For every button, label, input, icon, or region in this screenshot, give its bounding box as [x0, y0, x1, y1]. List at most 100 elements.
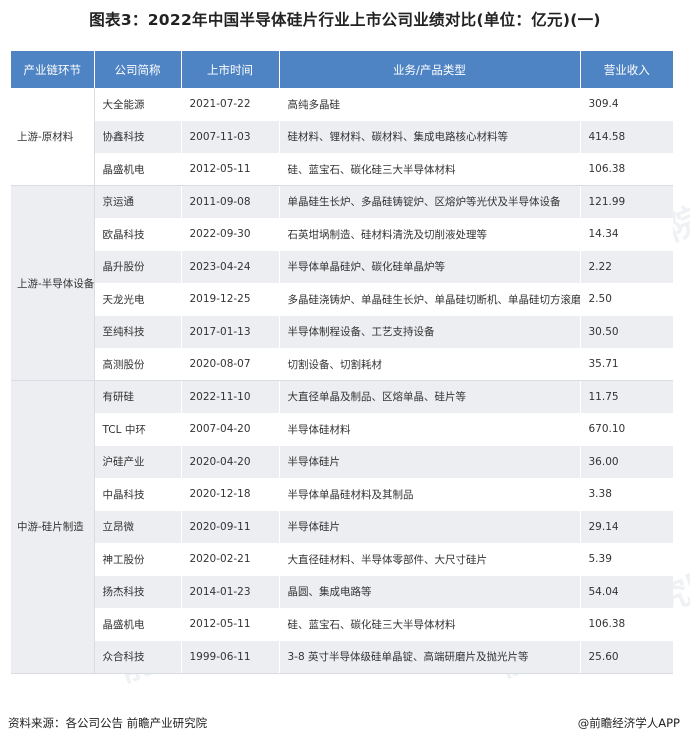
table-row: 立昂微 2020-09-11 半导体硅片 29.14: [11, 510, 673, 544]
revenue-cell: 11.75: [580, 380, 673, 414]
company-cell: 协鑫科技: [94, 120, 182, 154]
table-header-row: 产业链环节 公司简称 上市时间 业务/产品类型 营业收入: [11, 51, 673, 88]
business-cell: 大直径硅材料、半导体零部件、大尺寸硅片: [279, 543, 581, 576]
company-cell: TCL 中环: [94, 413, 182, 446]
table-row: 天龙光电 2019-12-25 多晶硅浇铸炉、单晶硅生长炉、单晶硅切断机、单晶硅…: [11, 283, 673, 316]
table-row: 至纯科技 2017-01-13 半导体制程设备、工艺支持设备 30.50: [11, 315, 673, 349]
date-cell: 2012-05-11: [181, 153, 280, 186]
company-cell: 天龙光电: [94, 283, 182, 316]
revenue-cell: 3.38: [580, 478, 673, 511]
date-cell: 2014-01-23: [181, 575, 280, 609]
business-cell: 大直径单晶及制品、区熔单晶、硅片等: [279, 380, 581, 414]
date-cell: 2020-04-20: [181, 445, 280, 479]
table-row: 协鑫科技 2007-11-03 硅材料、锂材料、碳材料、集成电路核心材料等 41…: [11, 120, 673, 154]
table-row: TCL 中环 2007-04-20 半导体硅材料 670.10: [11, 413, 673, 446]
company-cell: 大全能源: [94, 88, 182, 121]
revenue-cell: 309.4: [580, 88, 673, 121]
header-business: 业务/产品类型: [279, 51, 581, 88]
company-cell: 有研硅: [94, 380, 182, 414]
revenue-cell: 106.38: [580, 153, 673, 186]
table-row: 晶盛机电 2012-05-11 硅、蓝宝石、碳化硅三大半导体材料 106.38: [11, 608, 673, 641]
business-cell: 高纯多晶硅: [279, 88, 581, 121]
header-revenue: 营业收入: [580, 51, 673, 88]
table-row: 中游-硅片制造 有研硅 2022-11-10 大直径单晶及制品、区熔单晶、硅片等…: [11, 380, 673, 674]
business-cell: 晶圆、集成电路等: [279, 575, 581, 609]
source-note: 资料来源：各公司公告 前瞻产业研究院: [8, 716, 208, 730]
revenue-cell: 54.04: [580, 575, 673, 609]
business-cell: 半导体硅片: [279, 445, 581, 479]
revenue-cell: 106.38: [580, 608, 673, 641]
comparison-table: 产业链环节 公司简称 上市时间 业务/产品类型 营业收入 上游-原材料 大全能源…: [11, 51, 673, 674]
date-cell: 2011-09-08: [181, 185, 280, 219]
date-cell: 1999-06-11: [181, 640, 280, 674]
company-cell: 晶升股份: [94, 250, 182, 284]
date-cell: 2020-02-21: [181, 543, 280, 576]
table-row: 上游-半导体设备 京运通 2011-09-08 单晶硅生长炉、多晶硅铸锭炉、区熔…: [11, 185, 673, 381]
revenue-cell: 2.22: [580, 250, 673, 284]
company-cell: 晶盛机电: [94, 153, 182, 186]
date-cell: 2022-11-10: [181, 380, 280, 414]
company-cell: 沪硅产业: [94, 445, 182, 479]
revenue-cell: 25.60: [580, 640, 673, 674]
company-cell: 高测股份: [94, 348, 182, 381]
table-row: 高测股份 2020-08-07 切割设备、切割耗材 35.71: [11, 348, 673, 381]
table-row: 上游-原材料 大全能源 2021-07-22 高纯多晶硅 309.4: [11, 88, 673, 186]
company-cell: 中晶科技: [94, 478, 182, 511]
company-cell: 立昂微: [94, 510, 182, 544]
header-company: 公司简称: [94, 51, 182, 88]
table-row: 沪硅产业 2020-04-20 半导体硅片 36.00: [11, 445, 673, 479]
date-cell: 2020-12-18: [181, 478, 280, 511]
revenue-cell: 5.39: [580, 543, 673, 576]
table-row: 欧晶科技 2022-09-30 石英坩埚制造、硅材料清洗及切削液处理等 14.3…: [11, 218, 673, 251]
business-cell: 半导体单晶硅材料及其制品: [279, 478, 581, 511]
date-cell: 2020-08-07: [181, 348, 280, 381]
brand-credit: @前瞻经济学人APP: [577, 716, 680, 730]
table-row: 众合科技 1999-06-11 3-8 英寸半导体级硅单晶锭、高端研磨片及抛光片…: [11, 640, 673, 674]
company-cell: 神工股份: [94, 543, 182, 576]
company-cell: 晶盛机电: [94, 608, 182, 641]
date-cell: 2017-01-13: [181, 315, 280, 349]
table-row: 晶升股份 2023-04-24 半导体单晶硅炉、碳化硅单晶炉等 2.22: [11, 250, 673, 284]
table-row: 中晶科技 2020-12-18 半导体单晶硅材料及其制品 3.38: [11, 478, 673, 511]
business-cell: 半导体单晶硅炉、碳化硅单晶炉等: [279, 250, 581, 284]
table-row: 扬杰科技 2014-01-23 晶圆、集成电路等 54.04: [11, 575, 673, 609]
page-title: 图表3：2022年中国半导体硅片行业上市公司业绩对比(单位：亿元)(一): [89, 11, 601, 29]
segment-cell: 中游-硅片制造: [11, 380, 95, 674]
company-cell: 扬杰科技: [94, 575, 182, 609]
business-cell: 石英坩埚制造、硅材料清洗及切削液处理等: [279, 218, 581, 251]
date-cell: 2007-11-03: [181, 120, 280, 154]
company-cell: 欧晶科技: [94, 218, 182, 251]
business-cell: 单晶硅生长炉、多晶硅铸锭炉、区熔炉等光伏及半导体设备: [279, 185, 581, 219]
business-cell: 切割设备、切割耗材: [279, 348, 581, 381]
revenue-cell: 414.58: [580, 120, 673, 154]
date-cell: 2007-04-20: [181, 413, 280, 446]
revenue-cell: 35.71: [580, 348, 673, 381]
table-row: 晶盛机电 2012-05-11 硅、蓝宝石、碳化硅三大半导体材料 106.38: [11, 153, 673, 186]
table-row: 神工股份 2020-02-21 大直径硅材料、半导体零部件、大尺寸硅片 5.39: [11, 543, 673, 576]
revenue-cell: 29.14: [580, 510, 673, 544]
revenue-cell: 14.34: [580, 218, 673, 251]
date-cell: 2022-09-30: [181, 218, 280, 251]
business-cell: 半导体硅材料: [279, 413, 581, 446]
revenue-cell: 2.50: [580, 283, 673, 316]
header-listing-date: 上市时间: [181, 51, 280, 88]
company-cell: 京运通: [94, 185, 182, 219]
revenue-cell: 36.00: [580, 445, 673, 479]
business-cell: 多晶硅浇铸炉、单晶硅生长炉、单晶硅切断机、单晶硅切方滚磨机等: [279, 283, 581, 316]
business-cell: 3-8 英寸半导体级硅单晶锭、高端研磨片及抛光片等: [279, 640, 581, 674]
business-cell: 半导体制程设备、工艺支持设备: [279, 315, 581, 349]
company-cell: 至纯科技: [94, 315, 182, 349]
date-cell: 2012-05-11: [181, 608, 280, 641]
revenue-cell: 121.99: [580, 185, 673, 219]
date-cell: 2020-09-11: [181, 510, 280, 544]
business-cell: 半导体硅片: [279, 510, 581, 544]
revenue-cell: 30.50: [580, 315, 673, 349]
business-cell: 硅、蓝宝石、碳化硅三大半导体材料: [279, 153, 581, 186]
business-cell: 硅材料、锂材料、碳材料、集成电路核心材料等: [279, 120, 581, 154]
header-segment: 产业链环节: [11, 51, 95, 88]
date-cell: 2019-12-25: [181, 283, 280, 316]
segment-cell: 上游-半导体设备: [11, 185, 95, 381]
segment-cell: 上游-原材料: [11, 88, 95, 186]
business-cell: 硅、蓝宝石、碳化硅三大半导体材料: [279, 608, 581, 641]
date-cell: 2021-07-22: [181, 88, 280, 121]
